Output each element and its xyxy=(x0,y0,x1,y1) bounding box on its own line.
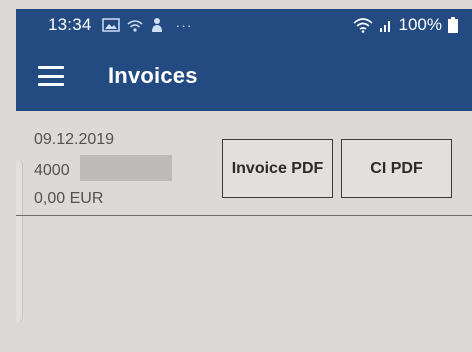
battery-icon xyxy=(448,17,458,33)
battery-percentage: 100% xyxy=(398,15,442,34)
invoice-pdf-button[interactable]: Invoice PDF xyxy=(222,139,333,198)
more-notifications-indicator: ··· xyxy=(175,17,193,33)
app-bar: Invoices xyxy=(16,41,472,111)
gallery-icon xyxy=(101,18,120,32)
ci-pdf-button[interactable]: CI PDF xyxy=(341,139,452,198)
invoice-number: 4000 xyxy=(34,162,70,179)
status-notification-icons: ··· xyxy=(101,17,193,33)
wifi-icon xyxy=(352,17,373,33)
signal-icon xyxy=(379,18,393,32)
person-icon xyxy=(150,17,164,33)
invoices-list: 09.12.2019 4000 0,00 EUR Invoice PDF CI … xyxy=(16,111,472,352)
invoice-amount: 0,00 EUR xyxy=(34,190,104,207)
status-bar: 13:34 ··· 100% xyxy=(16,9,472,41)
invoice-date: 09.12.2019 xyxy=(34,131,115,148)
hamburger-menu-icon[interactable] xyxy=(38,66,64,86)
redacted-invoice-number xyxy=(80,155,172,181)
page-title: Invoices xyxy=(108,63,198,88)
status-right-group: 100% xyxy=(352,15,458,35)
status-time: 13:34 xyxy=(48,15,92,34)
fairy-wifi-icon xyxy=(126,17,144,33)
invoice-list-item: 09.12.2019 4000 0,00 EUR Invoice PDF CI … xyxy=(16,111,472,216)
